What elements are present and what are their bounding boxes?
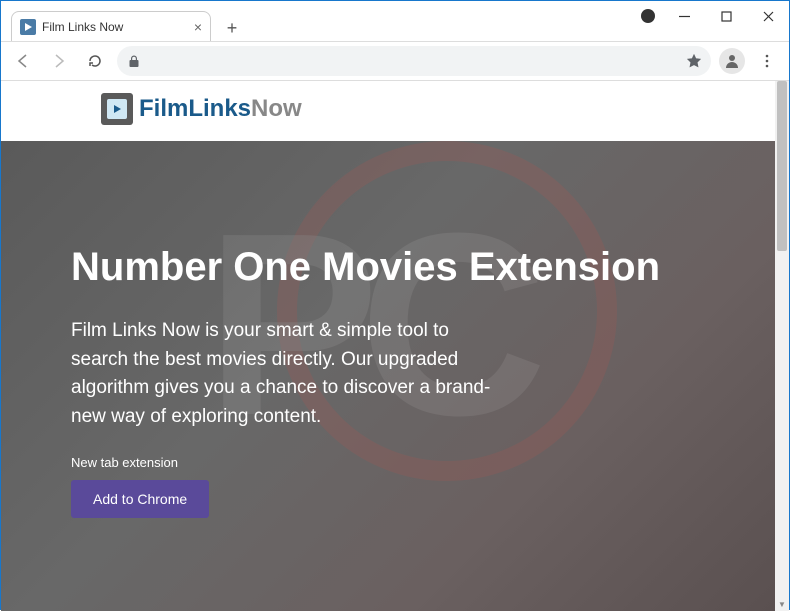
forward-button[interactable] xyxy=(45,47,73,75)
hero-description: Film Links Now is your smart & simple to… xyxy=(71,317,501,431)
lock-icon xyxy=(127,54,141,68)
logo-text-2: Links xyxy=(188,95,251,122)
hero-heading: Number One Movies Extension xyxy=(71,241,717,293)
tab-favicon xyxy=(20,19,36,35)
maximize-button[interactable] xyxy=(705,1,747,31)
browser-toolbar xyxy=(1,41,789,81)
scrollbar-track[interactable]: ▼ xyxy=(775,81,789,611)
address-bar[interactable] xyxy=(117,46,711,76)
close-tab-icon[interactable]: × xyxy=(194,19,202,35)
back-button[interactable] xyxy=(9,47,37,75)
logo-text-1: Film xyxy=(139,95,188,122)
window-controls xyxy=(633,1,789,41)
web-page: FilmLinksNow PC Number One Movies Extens… xyxy=(1,81,777,611)
site-logo[interactable]: FilmLinksNow xyxy=(101,93,777,125)
scroll-down-icon[interactable]: ▼ xyxy=(775,597,789,611)
page-viewport: FilmLinksNow PC Number One Movies Extens… xyxy=(1,81,789,611)
add-to-chrome-button[interactable]: Add to Chrome xyxy=(71,480,209,518)
logo-text-3: Now xyxy=(251,95,302,122)
scrollbar-thumb[interactable] xyxy=(777,81,787,251)
hero-subtext: New tab extension xyxy=(71,455,717,470)
bookmark-star-icon[interactable] xyxy=(687,54,701,68)
new-tab-button[interactable]: + xyxy=(219,15,245,41)
profile-avatar[interactable] xyxy=(719,48,745,74)
site-header: FilmLinksNow xyxy=(1,81,777,141)
tab-strip: Film Links Now × + xyxy=(1,11,633,41)
browser-tab[interactable]: Film Links Now × xyxy=(11,11,211,41)
window-titlebar: Film Links Now × + xyxy=(1,1,789,41)
incognito-icon xyxy=(633,1,663,31)
reload-button[interactable] xyxy=(81,47,109,75)
tab-title: Film Links Now xyxy=(42,20,188,34)
browser-menu-button[interactable] xyxy=(753,47,781,75)
close-window-button[interactable] xyxy=(747,1,789,31)
logo-icon xyxy=(101,93,133,125)
hero-section: PC Number One Movies Extension Film Link… xyxy=(1,141,777,611)
minimize-button[interactable] xyxy=(663,1,705,31)
